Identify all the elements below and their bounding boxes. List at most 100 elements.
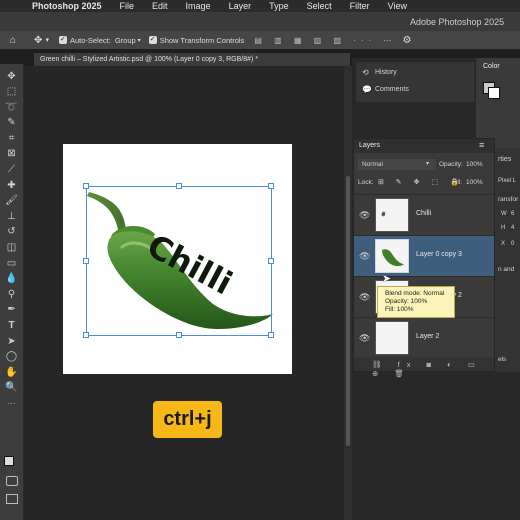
layer-thumbnail (375, 321, 409, 355)
layer-name[interactable]: Chilli (416, 210, 431, 217)
history-panel: ⟲ History 💬 Comments (356, 62, 474, 102)
w-label: W (501, 211, 507, 217)
lock-label: Lock: (358, 179, 374, 186)
opacity-value[interactable]: 100% (466, 161, 483, 168)
layer-thumbnail (375, 239, 409, 273)
layer-name[interactable]: Layer 2 (416, 333, 439, 340)
layer-row[interactable]: 👁 Layer 2 (354, 317, 494, 358)
transform-handle-br[interactable] (268, 332, 274, 338)
show-transform-label: Show Transform Controls (159, 35, 245, 45)
layer-row[interactable]: 👁 ꭶ Chilli (354, 194, 494, 235)
eraser-tool-icon[interactable]: ◫ (5, 241, 19, 255)
layer-name[interactable]: Layer 0 copy 3 (416, 251, 462, 258)
menu-layer[interactable]: Layer (229, 1, 252, 11)
quick-select-tool-icon[interactable]: ✎ (5, 116, 19, 130)
screen-mode-icon[interactable] (6, 494, 18, 504)
comments-label[interactable]: Comments (375, 86, 409, 93)
tooltip-blend-mode: Blend mode: Normal (385, 290, 445, 297)
auto-select-dropdown[interactable]: Group (115, 36, 136, 45)
properties-tab[interactable]: rties (498, 156, 511, 163)
path-select-tool-icon[interactable]: ➤ (5, 334, 19, 348)
more-tools-icon[interactable]: ··· (5, 396, 19, 410)
shortcut-badge: ctrl+j (153, 401, 222, 438)
transform-handle-t[interactable] (176, 183, 182, 189)
clone-stamp-tool-icon[interactable]: ⊥ (5, 209, 19, 223)
hand-tool-icon[interactable]: ✋ (5, 365, 19, 379)
pixel-layer-label: Pixel L (498, 178, 517, 184)
transform-handle-tr[interactable] (268, 183, 274, 189)
scrollbar-thumb[interactable] (346, 176, 350, 446)
lasso-tool-icon[interactable]: ➰ (5, 100, 19, 114)
menu-view[interactable]: View (388, 1, 407, 11)
eye-icon[interactable]: 👁 (359, 333, 370, 344)
comments-icon[interactable]: 💬 (362, 85, 372, 94)
crop-tool-icon[interactable]: ⌗ (5, 131, 19, 145)
panel-menu-icon[interactable]: ≡ (479, 140, 484, 150)
transform-handle-bl[interactable] (83, 332, 89, 338)
show-transform-checkbox[interactable]: ✓ (148, 36, 157, 44)
align-section[interactable]: n and (498, 266, 514, 273)
move-tool-dropdown-icon[interactable]: ▾ (45, 36, 49, 44)
move-tool-icon[interactable]: ✥ (34, 35, 42, 46)
transform-bounding-box[interactable] (83, 183, 274, 338)
brush-tool-icon[interactable]: 🖌 (5, 194, 19, 208)
eyedropper-tool-icon[interactable]: ⟋ (5, 163, 19, 177)
menu-select[interactable]: Select (307, 1, 332, 11)
app-name[interactable]: Photoshop 2025 (32, 1, 102, 11)
zoom-tool-icon[interactable]: 🔍 (5, 381, 19, 395)
transform-section[interactable]: ransfor (498, 196, 518, 203)
menu-file[interactable]: File (120, 1, 135, 11)
quick-mask-icon[interactable] (6, 476, 18, 486)
frame-tool-icon[interactable]: ⊠ (5, 147, 19, 161)
marquee-tool-icon[interactable]: ⬚ (5, 85, 19, 99)
menu-image[interactable]: Image (186, 1, 211, 11)
bg-color-swatch[interactable] (488, 87, 500, 99)
eye-icon[interactable]: 👁 (359, 210, 370, 221)
history-brush-tool-icon[interactable]: ↺ (5, 225, 19, 239)
pen-tool-icon[interactable]: ✒ (5, 303, 19, 317)
layers-tab[interactable]: Layers (359, 142, 380, 149)
layers-footer-icons[interactable]: ⛓ fx ◙ ◐ ▭ ⊕ 🗑 (354, 357, 494, 378)
h-value[interactable]: 4 (511, 225, 514, 231)
menu-type[interactable]: Type (269, 1, 289, 11)
h-label: H (501, 225, 506, 231)
document-tab[interactable]: Green chilli – Stylized Artistic.psd @ 1… (34, 53, 350, 66)
transform-handle-l[interactable] (83, 258, 89, 264)
chevron-down-icon[interactable]: ▾ (138, 37, 141, 44)
fill-value[interactable]: 100% (466, 179, 483, 186)
transform-handle-b[interactable] (176, 332, 182, 338)
w-value[interactable]: 6 (511, 211, 514, 217)
blur-tool-icon[interactable]: 💧 (5, 272, 19, 286)
align-icons[interactable]: ▤ ▥ ▦ ▧ ▨ ··· ⋯ (254, 36, 396, 45)
type-tool-icon[interactable]: T (5, 319, 19, 333)
transform-handle-r[interactable] (268, 258, 274, 264)
menu-edit[interactable]: Edit (152, 1, 168, 11)
healing-brush-tool-icon[interactable]: ✚ (5, 178, 19, 192)
move-tool-icon[interactable]: ✥ (5, 69, 19, 83)
gear-icon[interactable]: ⚙ (402, 35, 411, 46)
menu-bar: Photoshop 2025 File Edit Image Layer Typ… (0, 0, 520, 12)
tooltip-fill: Fill: 100% (385, 306, 414, 313)
lock-icons[interactable]: ⊞ ✎ ✥ ⬚ 🔒 (378, 178, 464, 186)
layer-tooltip: Blend mode: Normal Opacity: 100% Fill: 1… (377, 286, 455, 318)
auto-select-checkbox[interactable]: ✓ (58, 36, 67, 44)
shape-tool-icon[interactable]: ◯ (5, 350, 19, 364)
eye-icon[interactable]: 👁 (359, 292, 370, 303)
history-label[interactable]: History (375, 69, 397, 76)
gradient-tool-icon[interactable]: ▭ (5, 256, 19, 270)
canvas-scrollbar[interactable] (344, 66, 352, 520)
history-icon[interactable]: ⟲ (362, 68, 369, 77)
eye-icon[interactable]: 👁 (359, 251, 370, 262)
layers-panel: Layers ≡ Normal ▾ Opacity: 100% Lock: ⊞ … (353, 138, 495, 378)
blend-mode-dropdown[interactable]: Normal ▾ (358, 159, 436, 170)
home-icon[interactable]: ⌂ (10, 35, 16, 46)
layer-row-selected[interactable]: 👁 Layer 0 copy 3 (354, 235, 494, 276)
foreground-color-swatch[interactable] (4, 456, 14, 466)
channels-tab[interactable]: els (498, 356, 506, 363)
color-tab[interactable]: Color (483, 63, 500, 70)
menu-filter[interactable]: Filter (350, 1, 370, 11)
x-value[interactable]: 0 (511, 241, 514, 247)
layer-thumbnail: ꭶ (375, 198, 409, 232)
dodge-tool-icon[interactable]: ⚲ (5, 287, 19, 301)
transform-handle-tl[interactable] (83, 183, 89, 189)
